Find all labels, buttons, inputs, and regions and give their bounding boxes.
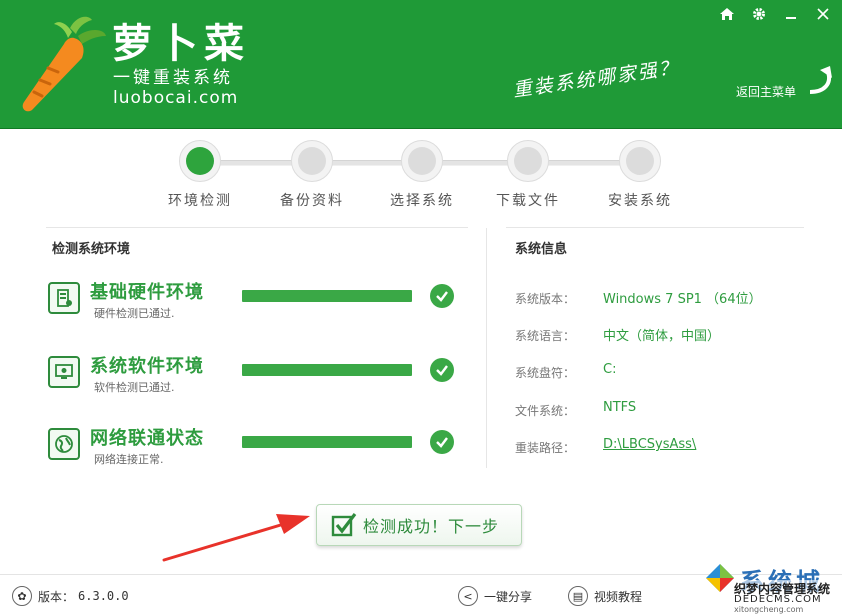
watermark-url: xitongcheng.com xyxy=(734,605,804,614)
check-progress-bar xyxy=(242,290,412,302)
panel-divider xyxy=(486,228,487,468)
divider xyxy=(506,227,804,228)
info-key: 文件系统： xyxy=(515,404,576,418)
system-info-title: 系统信息 xyxy=(515,242,568,257)
check-title: 网络联通状态 xyxy=(90,428,204,449)
info-key: 系统盘符： xyxy=(515,366,576,380)
video-icon: ▤ xyxy=(568,586,588,606)
step-dot-frame xyxy=(507,140,549,182)
minimize-button[interactable] xyxy=(776,0,806,28)
checkbox-checked-icon xyxy=(331,513,357,537)
check-network: 网络联通状态 网络连接正常. xyxy=(48,424,468,474)
checkmark-icon xyxy=(430,430,454,454)
close-button[interactable] xyxy=(808,0,838,28)
step-label: 安装系统 xyxy=(608,193,672,209)
minimize-icon xyxy=(786,17,796,19)
version-icon: ✿ xyxy=(12,586,32,606)
info-key: 系统版本： xyxy=(515,292,576,306)
info-value: C: xyxy=(603,362,617,377)
red-annotation-arrow-icon xyxy=(162,514,310,562)
gear-icon xyxy=(753,8,765,20)
step-choose-system: 选择系统 xyxy=(372,138,472,210)
step-env-check: 环境检测 xyxy=(150,138,250,210)
home-icon xyxy=(720,8,734,20)
next-step-label: 检测成功！下一步 xyxy=(363,517,500,536)
wizard-steps: 环境检测 备份资料 选择系统 下载文件 安装系统 xyxy=(150,138,710,218)
step-label: 选择系统 xyxy=(390,193,454,209)
share-label: 一键分享 xyxy=(484,589,533,604)
info-row-filesystem: 文件系统： NTFS xyxy=(515,400,815,420)
check-hardware: 基础硬件环境 硬件检测已通过. xyxy=(48,278,468,328)
video-tutorial-button[interactable]: ▤ 视频教程 xyxy=(568,585,642,607)
check-title: 系统软件环境 xyxy=(90,356,204,377)
step-label: 环境检测 xyxy=(168,193,232,209)
watermark-en: DEDECMS.COM xyxy=(734,594,822,605)
info-key: 系统语言： xyxy=(515,329,576,343)
checkmark-icon xyxy=(430,284,454,308)
header-tagline: 重装系统哪家强？ xyxy=(511,56,681,102)
info-key: 重装路径： xyxy=(515,441,576,455)
reinstall-path-link[interactable]: D:\LBCSysAss\ xyxy=(603,437,696,452)
check-progress-bar xyxy=(242,436,412,448)
check-status: 软件检测已通过. xyxy=(94,381,175,394)
step-dot-frame xyxy=(291,140,333,182)
globe-icon xyxy=(48,428,80,460)
back-to-main-button[interactable]: 返回主菜单 xyxy=(736,66,832,106)
version-number: 6.3.0.0 xyxy=(78,589,129,603)
env-check-title: 检测系统环境 xyxy=(52,242,131,257)
step-label: 备份资料 xyxy=(280,193,344,209)
info-value: 中文（简体，中国） xyxy=(603,329,721,344)
back-to-main-label: 返回主菜单 xyxy=(736,84,797,99)
check-status: 硬件检测已通过. xyxy=(94,307,175,320)
home-button[interactable] xyxy=(712,0,742,28)
check-status: 网络连接正常. xyxy=(94,453,164,466)
step-dot-frame xyxy=(179,140,221,182)
watermark: 系统城 织梦内容管理系统 DEDECMS.COM xitongcheng.com xyxy=(700,558,842,614)
step-label: 下载文件 xyxy=(496,193,560,209)
info-row-language: 系统语言： 中文（简体，中国） xyxy=(515,325,815,345)
check-software: 系统软件环境 软件检测已通过. xyxy=(48,352,468,402)
info-value: NTFS xyxy=(603,400,637,415)
info-value: Windows 7 SP1 （64位） xyxy=(603,292,762,307)
info-row-reinstall-path: 重装路径： D:\LBCSysAss\ xyxy=(515,437,815,457)
step-dot xyxy=(626,147,654,175)
check-progress-bar xyxy=(242,364,412,376)
step-download: 下载文件 xyxy=(478,138,578,210)
step-dot xyxy=(514,147,542,175)
step-backup: 备份资料 xyxy=(262,138,362,210)
info-row-drive: 系统盘符： C: xyxy=(515,362,815,382)
carrot-logo-icon xyxy=(22,16,106,112)
version-info: ✿ 版本： 6.3.0.0 xyxy=(12,585,129,607)
monitor-icon xyxy=(48,356,80,388)
back-arrow-icon xyxy=(809,66,832,94)
step-dot xyxy=(298,147,326,175)
brand-name: 萝卜菜 xyxy=(112,21,250,67)
version-label: 版本： xyxy=(38,589,75,604)
close-icon xyxy=(817,8,829,20)
step-dot-frame xyxy=(401,140,443,182)
step-install: 安装系统 xyxy=(590,138,690,210)
app-header: 萝卜菜 一键重装系统 luobocai.com 重装系统哪家强？ 返回主菜单 xyxy=(0,0,842,129)
info-row-version: 系统版本： Windows 7 SP1 （64位） xyxy=(515,288,815,308)
share-icon: < xyxy=(458,586,478,606)
share-button[interactable]: < 一键分享 xyxy=(458,585,532,607)
hardware-icon xyxy=(48,282,80,314)
brand-slogan: 一键重装系统 xyxy=(113,68,233,88)
step-dot xyxy=(408,147,436,175)
step-dot xyxy=(186,147,214,175)
check-title: 基础硬件环境 xyxy=(90,282,204,303)
video-label: 视频教程 xyxy=(594,589,643,604)
step-dot-frame xyxy=(619,140,661,182)
next-step-button[interactable]: 检测成功！下一步 xyxy=(316,504,522,546)
settings-button[interactable] xyxy=(744,0,774,28)
checkmark-icon xyxy=(430,358,454,382)
divider xyxy=(46,227,468,228)
brand-url: luobocai.com xyxy=(113,88,239,108)
